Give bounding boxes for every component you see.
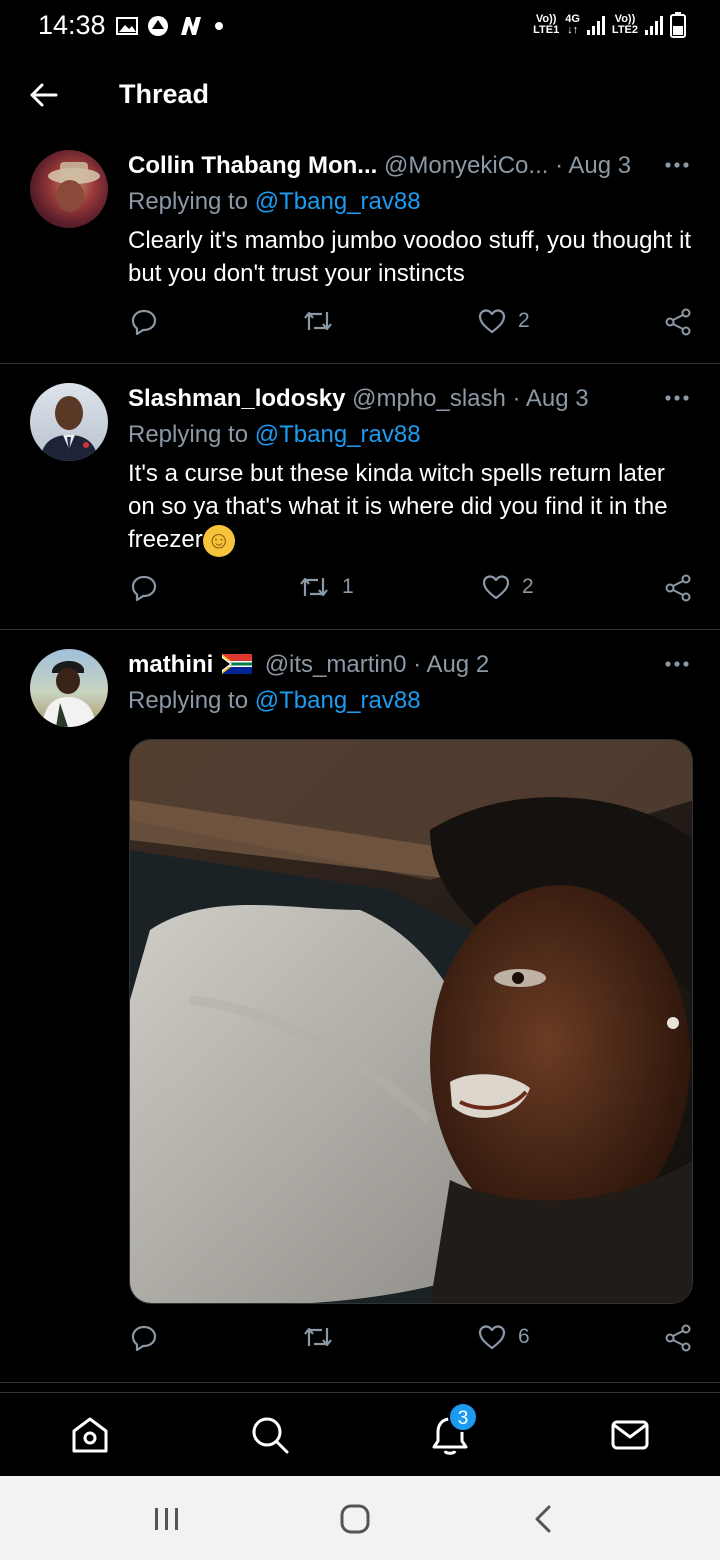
heart-icon [482,575,510,600]
notification-icon [148,16,168,36]
replying-to: Replying to @Tbang_rav88 [128,421,421,448]
reply-button[interactable] [130,1324,158,1352]
messages-icon[interactable] [608,1413,652,1457]
replying-to: Replying to @Tbang_rav88 [128,188,421,215]
recent-apps-icon[interactable] [150,1505,184,1533]
tweet[interactable]: Collin Thabang Mon... @MonyekiCo... · Au… [0,150,720,364]
sim1-label: Vo)) LTE1 [533,13,560,36]
image-icon [116,17,138,35]
share-icon [665,1324,691,1352]
reply-icon [131,575,157,602]
back-arrow-icon[interactable] [26,78,60,112]
system-back-icon[interactable] [528,1503,560,1535]
tweet-date: · Aug 3 [555,152,632,179]
like-count: 2 [518,309,530,332]
tweet-text: Clearly it's mambo jumbo voodoo stuff, y… [128,227,692,287]
tweet[interactable]: Slashman_lodosky @mpho_slash · Aug 3 Rep… [0,383,720,630]
avatar[interactable] [30,649,108,727]
network-label: 4G ↓↑ [565,13,580,36]
tweet-actions: 2 [0,308,720,348]
tweet-media-image[interactable] [129,739,693,1304]
heart-icon [478,309,506,334]
notification-badge: 3 [448,1402,478,1432]
tweet-header: Slashman_lodosky @mpho_slash · Aug 3 [128,385,630,413]
share-icon [665,308,691,336]
tweet-header: Collin Thabang Mon... @MonyekiCo... · Au… [128,152,632,180]
avatar[interactable] [30,383,108,461]
retweet-icon [304,311,332,331]
display-name[interactable]: mathini [128,651,213,678]
home-icon[interactable] [68,1413,112,1457]
retweet-icon [304,1327,332,1347]
retweet-count: 1 [342,575,354,598]
signal-icon-1 [586,16,605,35]
retweet-button[interactable] [302,1324,346,1350]
display-name[interactable]: Collin Thabang Mon... [128,152,377,179]
like-button[interactable]: 2 [478,308,530,334]
status-bar: 14:38 Vo)) LTE1 4G ↓↑ Vo)) LTE2 [0,0,720,52]
retweet-button[interactable] [302,308,346,334]
tweet-header: mathini @its_martin0 · Aug 2 [128,651,630,679]
tweet-date: · Aug 2 [413,651,490,678]
more-options-icon[interactable] [664,160,690,170]
signal-icon-2 [645,16,663,35]
tweet-text: It's a curse but these kinda witch spell… [128,457,696,557]
retweet-icon [300,577,328,597]
handle[interactable]: @its_martin0 [265,651,407,678]
page-title: Thread [119,79,210,109]
reply-button[interactable] [130,308,158,336]
smiling-emoji-icon: ☺ [202,524,235,557]
avatar[interactable] [30,150,108,228]
handle[interactable]: @MonyekiCo... [384,152,548,179]
share-button[interactable] [664,574,692,602]
handle[interactable]: @mpho_slash [352,385,506,412]
more-options-icon[interactable] [664,659,690,669]
display-name[interactable]: Slashman_lodosky [128,385,345,412]
south-africa-flag-icon [222,654,253,674]
tweet-actions: 1 2 [0,574,720,614]
like-count: 6 [518,1325,530,1348]
share-button[interactable] [664,308,692,336]
dot-icon [215,22,223,30]
replying-to-link[interactable]: @Tbang_rav88 [255,421,421,448]
search-icon[interactable] [248,1413,292,1457]
like-button[interactable]: 6 [478,1324,530,1350]
tweet[interactable]: mathini @its_martin0 · Aug 2 Replying to… [0,649,720,1383]
n-icon [181,17,201,35]
replying-to-link[interactable]: @Tbang_rav88 [255,188,421,215]
status-right-icons: Vo)) LTE1 4G ↓↑ Vo)) LTE2 [533,12,686,38]
reply-icon [131,309,157,336]
replying-to: Replying to @Tbang_rav88 [128,687,421,714]
share-icon [665,574,691,602]
bottom-navigation [0,1392,720,1476]
replying-to-link[interactable]: @Tbang_rav88 [255,687,421,714]
sim2-label: Vo)) LTE2 [611,13,638,36]
share-button[interactable] [664,1324,692,1352]
like-button[interactable]: 2 [482,574,534,600]
like-count: 2 [522,575,534,598]
status-left-icons [116,14,226,38]
retweet-button[interactable]: 1 [298,574,354,600]
thread-header: Thread [0,60,720,130]
status-time: 14:38 [38,10,106,40]
tweet-actions: 6 [0,1324,720,1364]
reply-button[interactable] [130,574,158,602]
battery-icon [670,12,686,38]
system-navigation-bar [0,1476,720,1560]
more-options-icon[interactable] [664,393,690,403]
reply-icon [131,1325,157,1352]
tweet-date: · Aug 3 [512,385,589,412]
heart-icon [478,1325,506,1350]
home-button-icon[interactable] [339,1503,371,1535]
